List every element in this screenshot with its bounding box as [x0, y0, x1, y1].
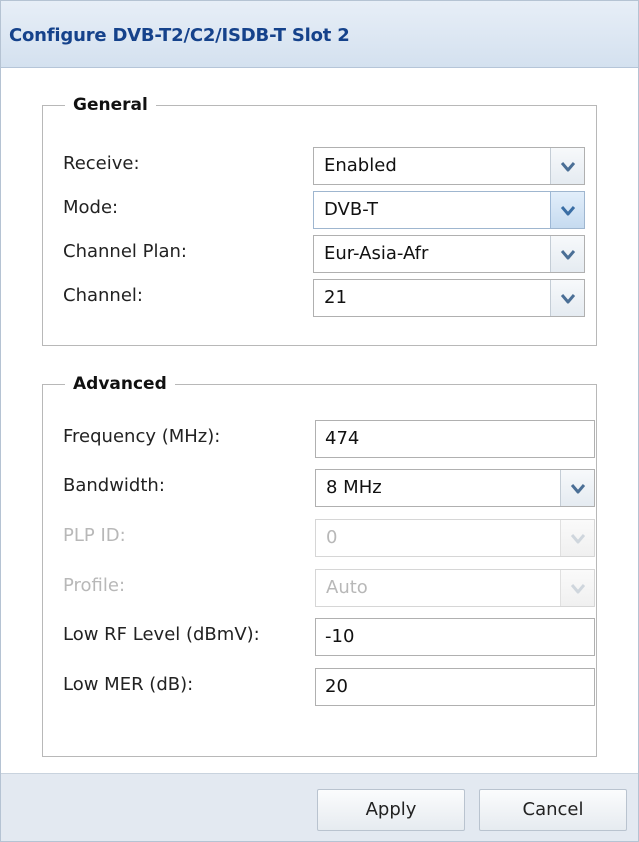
mode-dropdown-trigger[interactable]	[550, 192, 584, 228]
profile-dropdown-trigger[interactable]	[560, 570, 594, 606]
channel-value: 21	[324, 287, 347, 308]
bandwidth-row: Bandwidth: 8 MHz	[63, 469, 595, 509]
low-mer-row: Low MER (dB): 20	[63, 668, 595, 708]
channel-select[interactable]: 21	[313, 279, 585, 317]
apply-button[interactable]: Apply	[317, 789, 465, 831]
mode-label: Mode:	[63, 197, 119, 218]
configure-slot-dialog: Configure DVB-T2/C2/ISDB-T Slot 2 Genera…	[0, 0, 639, 842]
mode-row: Mode: DVB-T	[63, 191, 585, 231]
frequency-row: Frequency (MHz): 474	[63, 420, 595, 460]
channel-plan-label: Channel Plan:	[63, 241, 187, 262]
bandwidth-value: 8 MHz	[326, 477, 382, 498]
chevron-down-icon	[561, 162, 575, 172]
plp-id-row: PLP ID: 0	[63, 519, 595, 559]
low-mer-label: Low MER (dB):	[63, 674, 194, 695]
bandwidth-dropdown-trigger[interactable]	[560, 470, 594, 506]
profile-label: Profile:	[63, 575, 126, 596]
channel-row: Channel: 21	[63, 279, 585, 319]
dialog-titlebar[interactable]: Configure DVB-T2/C2/ISDB-T Slot 2	[1, 1, 638, 68]
frequency-label: Frequency (MHz):	[63, 426, 221, 447]
chevron-down-icon	[561, 294, 575, 304]
chevron-down-icon	[571, 584, 585, 594]
low-rf-level-input[interactable]: -10	[315, 618, 595, 656]
profile-select[interactable]: Auto	[315, 569, 595, 607]
chevron-down-icon	[561, 206, 575, 216]
plp-id-select[interactable]: 0	[315, 519, 595, 557]
low-rf-level-row: Low RF Level (dBmV): -10	[63, 618, 595, 658]
receive-value: Enabled	[324, 155, 397, 176]
channel-plan-value: Eur-Asia-Afr	[324, 243, 429, 264]
plp-id-value: 0	[326, 527, 338, 548]
dialog-title: Configure DVB-T2/C2/ISDB-T Slot 2	[9, 25, 350, 46]
channel-plan-dropdown-trigger[interactable]	[550, 236, 584, 272]
chevron-down-icon	[561, 250, 575, 260]
frequency-value: 474	[325, 428, 360, 449]
low-rf-level-value: -10	[325, 626, 355, 647]
channel-plan-row: Channel Plan: Eur-Asia-Afr	[63, 235, 585, 275]
bandwidth-select[interactable]: 8 MHz	[315, 469, 595, 507]
channel-plan-select[interactable]: Eur-Asia-Afr	[313, 235, 585, 273]
receive-row: Receive: Enabled	[63, 147, 585, 187]
low-rf-level-label: Low RF Level (dBmV):	[63, 624, 260, 645]
dialog-body: General Receive: Enabled Mode: DVB-T Cha…	[1, 68, 638, 774]
frequency-input[interactable]: 474	[315, 420, 595, 458]
low-mer-input[interactable]: 20	[315, 668, 595, 706]
chevron-down-icon	[571, 534, 585, 544]
bandwidth-label: Bandwidth:	[63, 475, 165, 496]
general-legend: General	[65, 93, 156, 117]
low-mer-value: 20	[325, 676, 348, 697]
receive-select[interactable]: Enabled	[313, 147, 585, 185]
plp-id-label: PLP ID:	[63, 525, 126, 546]
chevron-down-icon	[571, 484, 585, 494]
channel-label: Channel:	[63, 285, 143, 306]
mode-value: DVB-T	[324, 199, 379, 220]
receive-label: Receive:	[63, 153, 140, 174]
plp-id-dropdown-trigger[interactable]	[560, 520, 594, 556]
advanced-fieldset: Advanced Frequency (MHz): 474 Bandwidth:…	[42, 372, 597, 757]
receive-dropdown-trigger[interactable]	[550, 148, 584, 184]
cancel-button[interactable]: Cancel	[479, 789, 627, 831]
mode-select[interactable]: DVB-T	[313, 191, 585, 229]
channel-dropdown-trigger[interactable]	[550, 280, 584, 316]
profile-value: Auto	[326, 577, 368, 598]
profile-row: Profile: Auto	[63, 569, 595, 609]
general-fieldset: General Receive: Enabled Mode: DVB-T Cha…	[42, 93, 597, 346]
advanced-legend: Advanced	[65, 372, 175, 396]
